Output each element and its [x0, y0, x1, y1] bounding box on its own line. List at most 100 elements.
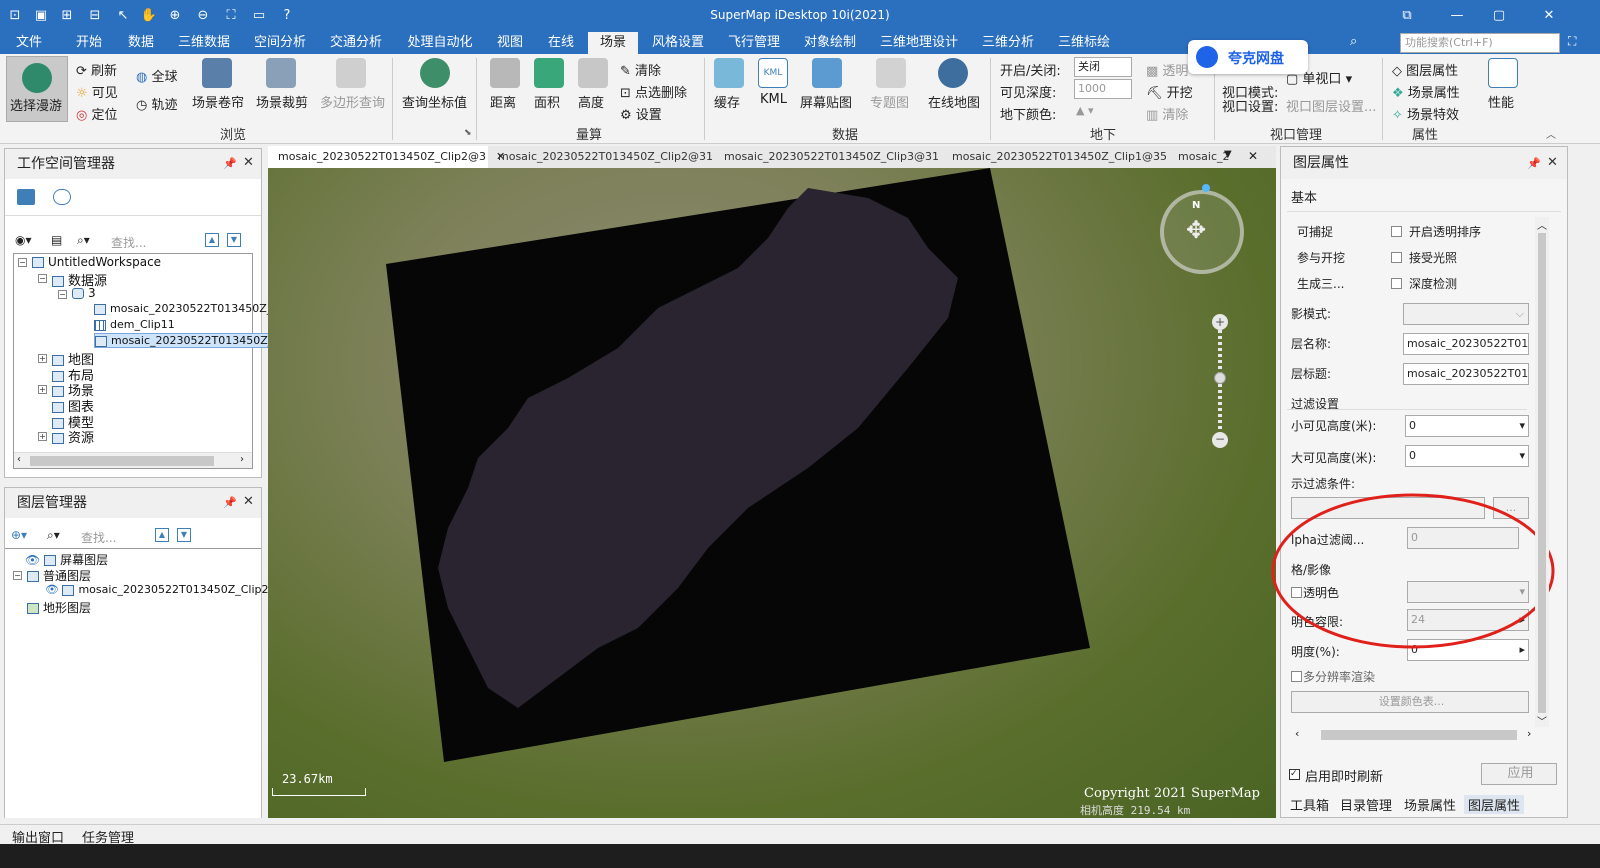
horizontal-scrollbar[interactable]: ‹ › — [14, 452, 252, 468]
scroll-thumb[interactable] — [1321, 730, 1517, 740]
tab-catalog[interactable]: 目录管理 — [1340, 795, 1392, 814]
workspace-search-input[interactable]: 查找... — [111, 234, 146, 251]
kml-button[interactable]: KML — [760, 92, 787, 107]
close-doc-icon[interactable]: ✕ — [1248, 149, 1258, 163]
zoom-slider[interactable]: + − — [1212, 314, 1228, 448]
search-icon[interactable]: ⌕▾ — [77, 233, 90, 248]
lighting-checkbox[interactable] — [1391, 252, 1402, 263]
menu-file[interactable]: 文件 — [0, 32, 58, 54]
menu-data[interactable]: 数据 — [118, 32, 164, 54]
layer-normal-group[interactable]: 普通图层 — [27, 567, 91, 584]
point-delete-button[interactable]: ⊡ 点选删除 — [620, 82, 687, 101]
menu-traffic[interactable]: 交通分析 — [320, 32, 392, 54]
add-layer-icon[interactable]: ⊕▾ — [11, 528, 27, 542]
collapse-icon[interactable]: − — [13, 571, 22, 580]
ug-color-picker[interactable]: ▲ ▾ — [1076, 104, 1112, 118]
scroll-left-icon[interactable]: ‹ — [17, 454, 21, 465]
select-roam-button[interactable]: 选择漫游 — [6, 56, 68, 122]
menu-draw[interactable]: 对象绘制 — [794, 32, 866, 54]
tree-dataset-mosaic-2[interactable]: mosaic_20230522T013450Z_ — [94, 333, 275, 348]
realtime-refresh-checkbox[interactable]: ✓ — [1289, 769, 1300, 780]
expand-icon[interactable]: + — [38, 385, 47, 394]
close-panel-icon[interactable]: ✕ — [243, 155, 254, 170]
transparent-sort-checkbox[interactable] — [1391, 226, 1402, 237]
tree-dataset-dem[interactable]: dem_Clip11 — [94, 318, 175, 331]
ug-clear-button[interactable]: ▥ 清除 — [1146, 104, 1188, 123]
pan-arrows-icon[interactable]: ✥ — [1186, 218, 1206, 242]
collapse-icon[interactable]: − — [58, 290, 67, 299]
layer-name-input[interactable]: mosaic_20230522T01345 — [1403, 333, 1529, 355]
online-map-button[interactable]: 在线地图 — [928, 92, 980, 111]
full-globe-button[interactable]: ◍ 全球 — [136, 66, 178, 85]
polygon-query-button[interactable]: 多边形查询 — [320, 92, 385, 111]
visible-button[interactable]: ☼ 可见 — [76, 82, 118, 101]
scroll-thumb[interactable] — [30, 456, 214, 466]
menu-3d-geodesign[interactable]: 三维地理设计 — [870, 32, 968, 54]
area-button[interactable]: 面积 — [534, 92, 560, 111]
tab-list-icon[interactable]: ▼ — [1224, 149, 1232, 160]
color-table-button[interactable]: 设置颜色表... — [1291, 691, 1529, 713]
close-panel-icon[interactable]: ✕ — [1547, 155, 1558, 170]
doc-tab[interactable]: mosaic_20230522T013450Z_Clip1@35 — [952, 146, 1167, 168]
tree-workspace-root[interactable]: UntitledWorkspace — [32, 255, 161, 269]
fullscreen-icon[interactable]: ⛶ — [1568, 34, 1576, 49]
maximize-icon[interactable]: ▢ — [1484, 6, 1514, 26]
menu-3d-data[interactable]: 三维数据 — [168, 32, 240, 54]
tab-toolbox[interactable]: 工具箱 — [1290, 795, 1329, 814]
min-height-input[interactable]: 0 ▾ — [1405, 415, 1529, 437]
navigation-compass[interactable]: N ✥ — [1160, 190, 1244, 274]
close-icon[interactable]: ✕ — [1534, 6, 1564, 26]
ug-depth-input[interactable]: 1000 — [1074, 79, 1132, 99]
doc-tab[interactable]: mosaic_20230522T013450Z_Clip3@31 — [724, 146, 939, 168]
cache-button[interactable]: 缓存 — [714, 92, 740, 111]
tree-datasource-3[interactable]: 3 — [72, 286, 96, 300]
ug-state-select[interactable]: 关闭 — [1074, 57, 1132, 77]
ug-transparent-button[interactable]: ▩ 透明 — [1146, 60, 1188, 79]
collapse-ribbon-icon[interactable]: ︿ — [1546, 126, 1556, 141]
apply-button[interactable]: 应用 — [1481, 763, 1557, 785]
compass-handle[interactable] — [1202, 184, 1210, 192]
scene-roller-button[interactable]: 场景卷帘 — [192, 92, 244, 111]
scroll-up-icon[interactable]: ︿ — [1537, 217, 1547, 232]
workspace-tab-icon[interactable] — [17, 189, 35, 205]
menu-spatial-analysis[interactable]: 空间分析 — [244, 32, 316, 54]
dialog-launcher-icon[interactable]: ⬊ — [464, 128, 472, 138]
layer-screen[interactable]: 👁 屏幕图层 — [25, 551, 108, 568]
layer-search-input[interactable]: 查找... — [81, 529, 116, 546]
tab-layer-props[interactable]: 图层属性 — [1464, 795, 1525, 814]
locate-button[interactable]: ◎ 定位 — [76, 104, 118, 123]
eye-icon[interactable]: 👁 — [45, 583, 59, 596]
move-down-icon[interactable]: ▼ — [227, 233, 241, 247]
move-down-icon[interactable]: ▼ — [177, 528, 191, 542]
scroll-right-icon[interactable]: › — [1527, 727, 1531, 740]
tree-resources[interactable]: 资源 — [52, 427, 94, 446]
menu-automation[interactable]: 处理自动化 — [396, 32, 484, 54]
layer-mosaic[interactable]: 👁 mosaic_20230522T013450Z_Clip2@3 — [45, 583, 287, 596]
max-height-input[interactable]: 0 ▾ — [1405, 445, 1529, 467]
thematic-button[interactable]: 专题图 — [870, 92, 909, 111]
scene-effects-button[interactable]: ✧ 场景特效 — [1392, 104, 1459, 123]
menu-view[interactable]: 视图 — [488, 32, 532, 54]
minimize-icon[interactable]: — — [1442, 6, 1472, 26]
menu-style[interactable]: 风格设置 — [642, 32, 714, 54]
collapse-icon[interactable]: − — [18, 258, 27, 267]
menu-3d-plot[interactable]: 三维标绘 — [1048, 32, 1120, 54]
distance-button[interactable]: 距离 — [490, 92, 516, 111]
menu-scene[interactable]: 场景 — [588, 32, 638, 54]
viewport-layer-settings-button[interactable]: 视口图层设置... — [1286, 96, 1376, 115]
zoom-in-icon[interactable]: + — [1212, 314, 1228, 330]
eye-icon[interactable]: 👁 — [25, 553, 40, 567]
menu-flight[interactable]: 飞行管理 — [718, 32, 790, 54]
depth-test-checkbox[interactable] — [1391, 278, 1402, 289]
measure-settings-button[interactable]: ⚙ 设置 — [620, 104, 662, 123]
feature-search-input[interactable]: 功能搜索(Ctrl+F) — [1400, 33, 1560, 53]
menu-3d-analysis[interactable]: 三维分析 — [972, 32, 1044, 54]
pin-icon[interactable]: 📌 — [223, 496, 237, 509]
doc-tab-active[interactable]: mosaic_20230522T013450Z_Clip2@3 ✕ — [268, 146, 505, 168]
single-viewport-button[interactable]: ▢ 单视口 ▾ — [1286, 68, 1352, 87]
screen-overlay-button[interactable]: 屏幕贴图 — [800, 92, 852, 111]
scene-clip-button[interactable]: 场景裁剪 — [256, 92, 308, 111]
workspace-view-icon[interactable]: ◉▾ — [15, 233, 32, 247]
scroll-down-icon[interactable]: ﹀ — [1537, 713, 1547, 728]
scene-viewport[interactable]: N ✥ + − 23.67km Copyright 2021 SuperMap … — [268, 168, 1276, 818]
